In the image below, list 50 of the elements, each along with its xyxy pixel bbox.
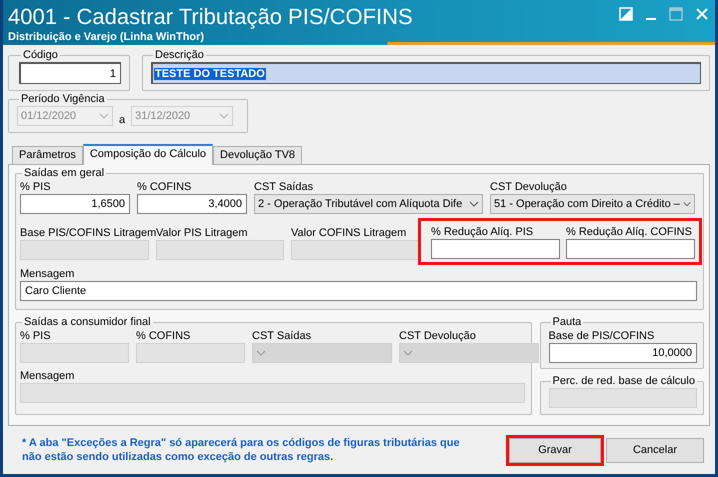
field-label: CST Devolução xyxy=(399,329,476,343)
range-separator: a xyxy=(119,114,126,126)
close-icon[interactable] xyxy=(695,7,709,21)
field-label: % PIS xyxy=(20,180,51,194)
field-label: CST Saídas xyxy=(254,180,314,194)
chevron-down-icon xyxy=(99,113,109,119)
field-label: Mensagem xyxy=(20,267,76,281)
input-field[interactable] xyxy=(566,239,695,259)
message-field[interactable]: Caro Cliente xyxy=(20,281,697,301)
input-field[interactable]: 1,6500 xyxy=(20,194,130,214)
chevron-down-icon xyxy=(256,350,266,356)
field-label: % Redução Alíq. PIS xyxy=(431,225,534,239)
field-label: Base de PIS/COFINS xyxy=(548,329,656,343)
group-title: Saídas em geral xyxy=(23,167,106,180)
dropdown[interactable]: 2 - Operação Tributável com Alíquota Dife xyxy=(254,194,483,214)
chevron-down-icon xyxy=(403,350,413,356)
group-title: Pauta xyxy=(552,316,582,329)
group-title: Descrição xyxy=(154,49,205,62)
field-label: CST Saídas xyxy=(252,329,312,343)
group-title: Código xyxy=(22,49,59,62)
dropdown[interactable]: 51 - Operação com Direito a Crédito – xyxy=(490,194,695,214)
tab[interactable]: Devolução TV8 xyxy=(213,146,302,164)
field-label: Valor PIS Litragem xyxy=(156,226,248,240)
field-label: Valor COFINS Litragem xyxy=(291,226,406,240)
window-title: 4001 - Cadastrar Tributação PIS/COFINS xyxy=(8,4,413,30)
field-label: Mensagem xyxy=(20,369,76,383)
code-field[interactable]: 1 xyxy=(19,62,121,84)
info-note: * A aba "Exceções a Regra" só aparecerá para os códigos de figuras tributárias que não estão sendo utilizadas como exceção de outras regras. xyxy=(22,436,461,464)
group-title: Perc. de red. base de cálculo xyxy=(552,375,696,388)
chevron-down-icon xyxy=(219,113,230,119)
contrast-icon[interactable] xyxy=(619,7,633,21)
field-label: Base PIS/COFINS Litragem xyxy=(20,226,156,240)
description-field[interactable]: TESTE DO TESTADO xyxy=(151,62,701,84)
group-title: Saídas a consumidor final xyxy=(23,316,152,329)
action-button[interactable]: Cancelar xyxy=(606,438,704,462)
chevron-down-icon xyxy=(469,201,479,207)
window-subtitle: Distribuição e Varejo (Linha WinThor) xyxy=(8,30,206,44)
input-field[interactable]: 3,4000 xyxy=(137,194,247,214)
tab[interactable]: Composição do Cálculo xyxy=(82,144,214,165)
group-title: Período Vigência xyxy=(20,93,106,106)
field-label: % Redução Alíq. COFINS xyxy=(566,225,692,239)
input-field[interactable] xyxy=(431,239,560,259)
tab[interactable]: Parâmetros xyxy=(12,146,83,164)
field-label: % COFINS xyxy=(137,180,192,194)
field-label: % PIS xyxy=(20,329,51,343)
input-field[interactable]: 10,0000 xyxy=(548,343,697,363)
field-label: CST Devolução xyxy=(490,180,567,194)
chevron-down-icon xyxy=(682,201,691,207)
field-label: % COFINS xyxy=(136,329,190,343)
maximize-icon[interactable] xyxy=(669,7,683,21)
